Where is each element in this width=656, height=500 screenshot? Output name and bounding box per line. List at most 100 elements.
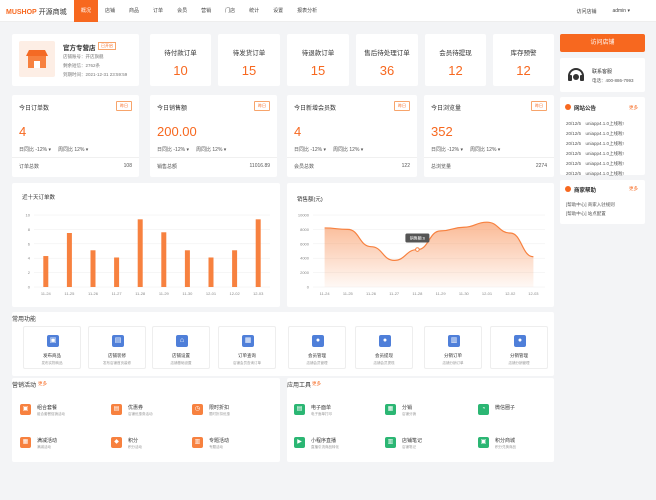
x-tick-label: 11-28 bbox=[135, 291, 146, 296]
service-phone: 电话：400-886-7993 bbox=[592, 78, 634, 83]
share-icon: ▦ bbox=[385, 404, 396, 415]
announcement-item[interactable]: 20/12/5 uniapp4.1.0上线啦! bbox=[566, 121, 624, 127]
tools-more-link[interactable]: 更多 bbox=[312, 381, 321, 387]
marketing-more-link[interactable]: 更多 bbox=[38, 381, 47, 387]
yesterday-tag[interactable]: 昨日 bbox=[254, 101, 270, 111]
file-icon: ▤ bbox=[112, 335, 124, 347]
user-icon: ● bbox=[312, 335, 324, 347]
y-tick-label: 4000 bbox=[300, 256, 310, 261]
y-tick-label: 2 bbox=[28, 270, 31, 275]
store-account: 店铺账号：开店旗舰 bbox=[63, 54, 104, 59]
x-tick-label: 12-02 bbox=[229, 291, 240, 296]
user-icon: ● bbox=[514, 335, 526, 347]
service-label: 联系客服 bbox=[592, 69, 613, 75]
nav-item-stats[interactable]: 统计 bbox=[242, 0, 266, 22]
announcement-item[interactable]: 20/12/5 uniapp4.1.0上线啦! bbox=[566, 131, 624, 137]
announcement-item[interactable]: 20/12/5 uniapp4.1.0上线啦! bbox=[566, 151, 624, 157]
announcement-icon bbox=[565, 104, 571, 110]
function-distribution-orders[interactable]: ▥ 分销订单 店铺分销订单 bbox=[424, 326, 482, 369]
clock-icon: ◷ bbox=[192, 404, 203, 415]
stat-pending-shipment[interactable]: 待发货订单 15 bbox=[218, 34, 280, 86]
bar bbox=[66, 233, 72, 287]
sales-area bbox=[324, 222, 534, 287]
common-functions-title: 常用功能 bbox=[12, 317, 37, 323]
x-tick-label: 12-01 bbox=[482, 291, 493, 296]
points-icon: ◆ bbox=[111, 437, 122, 448]
coupon-icon: ▤ bbox=[111, 404, 122, 415]
function-store-decoration[interactable]: ▤ 店铺装修 发布店铺首页装修 bbox=[88, 326, 146, 369]
help-more-link[interactable]: 更多 bbox=[629, 186, 638, 192]
announcement-item[interactable]: 20/12/5 uniapp4.1.0上线啦! bbox=[566, 161, 624, 167]
announcement-more-link[interactable]: 更多 bbox=[629, 105, 638, 111]
marketing-card: 营销活动 更多 bbox=[12, 378, 280, 462]
service-card: 联系客服 电话：400-886-7993 bbox=[560, 58, 645, 92]
wechat-icon: ◔ bbox=[478, 404, 489, 415]
top-bar: MUSHOP 开源商城 概况 店铺 商品 订单 会员 营销 门店 统计 设置 报… bbox=[0, 0, 656, 22]
y-tick-label: 10 bbox=[26, 213, 31, 218]
announcement-title: 网站公告 bbox=[574, 106, 597, 112]
bar bbox=[255, 219, 261, 287]
x-tick-label: 12-03 bbox=[253, 291, 264, 296]
x-tick-label: 11-28 bbox=[412, 291, 423, 296]
function-member-management[interactable]: ● 会员管理 店铺会员管理 bbox=[288, 326, 346, 369]
stat-after-sale[interactable]: 售后待处理订单 36 bbox=[356, 34, 418, 86]
x-tick-label: 11-27 bbox=[112, 291, 123, 296]
x-tick-label: 11-30 bbox=[459, 291, 470, 296]
function-member-withdraw[interactable]: ● 会员提现 店铺会员提现 bbox=[355, 326, 413, 369]
visit-store-button[interactable]: 访问店铺 bbox=[560, 34, 645, 52]
x-tick-label: 11-24 bbox=[41, 291, 52, 296]
yesterday-tag[interactable]: 昨日 bbox=[394, 101, 410, 111]
nav-item-members[interactable]: 会员 bbox=[170, 0, 194, 22]
x-tick-label: 11-29 bbox=[159, 291, 170, 296]
visit-store-link[interactable]: 访问店铺 bbox=[576, 8, 596, 15]
headset-icon bbox=[566, 65, 586, 87]
tools-title: 应用工具 bbox=[287, 383, 312, 389]
announcement-item[interactable]: 20/12/5 uniapp4.1.0上线啦! bbox=[566, 171, 624, 177]
x-tick-label: 12-03 bbox=[528, 291, 539, 296]
help-item[interactable]: [帮助中心] 商家入驻规则 bbox=[566, 202, 615, 208]
main-nav: 概况 店铺 商品 订单 会员 营销 门店 统计 设置 报表分析 bbox=[74, 0, 324, 22]
sales-area-chart: 0 2000 4000 6000 8000 10000 11-24 11-25 11-26 11-… bbox=[298, 213, 545, 296]
yesterday-tag[interactable]: 昨日 bbox=[531, 101, 547, 111]
bar bbox=[43, 256, 49, 287]
function-distribution-management[interactable]: ● 分销管理 店铺分销管理 bbox=[490, 326, 548, 369]
nav-item-goods[interactable]: 商品 bbox=[122, 0, 146, 22]
stat-member-withdraw[interactable]: 会员待提现 12 bbox=[425, 34, 486, 86]
store-icon bbox=[19, 41, 55, 77]
help-card: 商家帮助 更多 [帮助中心] 商家入驻规则 [帮助中心] 站点配置 bbox=[560, 180, 645, 224]
clipboard-icon: ▦ bbox=[242, 335, 254, 347]
y-tick-label: 4 bbox=[28, 256, 31, 261]
marketing-title: 营销活动 bbox=[12, 383, 37, 389]
stat-pending-payment[interactable]: 待付款订单 10 bbox=[150, 34, 211, 86]
yesterday-tag[interactable]: 昨日 bbox=[116, 101, 132, 111]
y-tick-label: 8000 bbox=[300, 227, 310, 232]
help-title: 商家帮助 bbox=[574, 188, 597, 194]
logo[interactable]: MUSHOP 开源商城 bbox=[6, 7, 67, 17]
summary-members: 今日新增会员数 昨日 4 日同比 -12% ▾ 周同比 12% ▾ 会员总数 122 bbox=[287, 95, 417, 177]
nav-item-orders[interactable]: 订单 bbox=[146, 0, 170, 22]
nav-item-marketing[interactable]: 营销 bbox=[194, 0, 218, 22]
user-menu[interactable]: admin ▾ bbox=[612, 8, 630, 15]
nav-item-reports[interactable]: 报表分析 bbox=[290, 0, 324, 22]
x-tick-label: 11-26 bbox=[88, 291, 99, 296]
nav-item-settings[interactable]: 设置 bbox=[266, 0, 290, 22]
summary-sales: 今日销售额 昨日 200.00 日同比 -12% ▾ 周同比 12% ▾ 销售总额 1… bbox=[150, 95, 277, 177]
tooltip-text: 销售额:6 bbox=[410, 235, 426, 241]
stat-pending-refund[interactable]: 待退款订单 15 bbox=[287, 34, 349, 86]
x-tick-label: 12-01 bbox=[206, 291, 217, 296]
bar bbox=[232, 250, 238, 287]
summary-views: 今日浏览量 昨日 352 日同比 -12% ▾ 周同比 12% ▾ 总浏览量 2274 bbox=[424, 95, 554, 177]
nav-item-overview[interactable]: 概况 bbox=[74, 0, 99, 22]
document-icon: ▥ bbox=[448, 335, 460, 347]
nav-item-store[interactable]: 店铺 bbox=[98, 0, 122, 22]
function-store-settings[interactable]: ⌂ 店铺设置 店铺基础设置 bbox=[152, 326, 210, 369]
stat-stock-warning[interactable]: 库存预警 12 bbox=[493, 34, 554, 86]
function-publish-goods[interactable]: ▣ 发布商品 发布实物商品 bbox=[23, 326, 81, 369]
help-item[interactable]: [帮助中心] 站点配置 bbox=[566, 211, 606, 217]
x-tick-label: 11-24 bbox=[320, 291, 331, 296]
summary-orders: 今日订单数 昨日 4 日同比 -12% ▾ 周同比 12% ▾ 订单总数 108 bbox=[12, 95, 139, 177]
function-order-query[interactable]: ▦ 订单查询 店铺会员查询订单 bbox=[218, 326, 276, 369]
announcement-item[interactable]: 20/12/5 uniapp4.1.0上线啦! bbox=[566, 141, 624, 147]
expire-time: 到期时间：2021-12-31 23:59:59 bbox=[63, 72, 128, 77]
nav-item-shops[interactable]: 门店 bbox=[218, 0, 242, 22]
